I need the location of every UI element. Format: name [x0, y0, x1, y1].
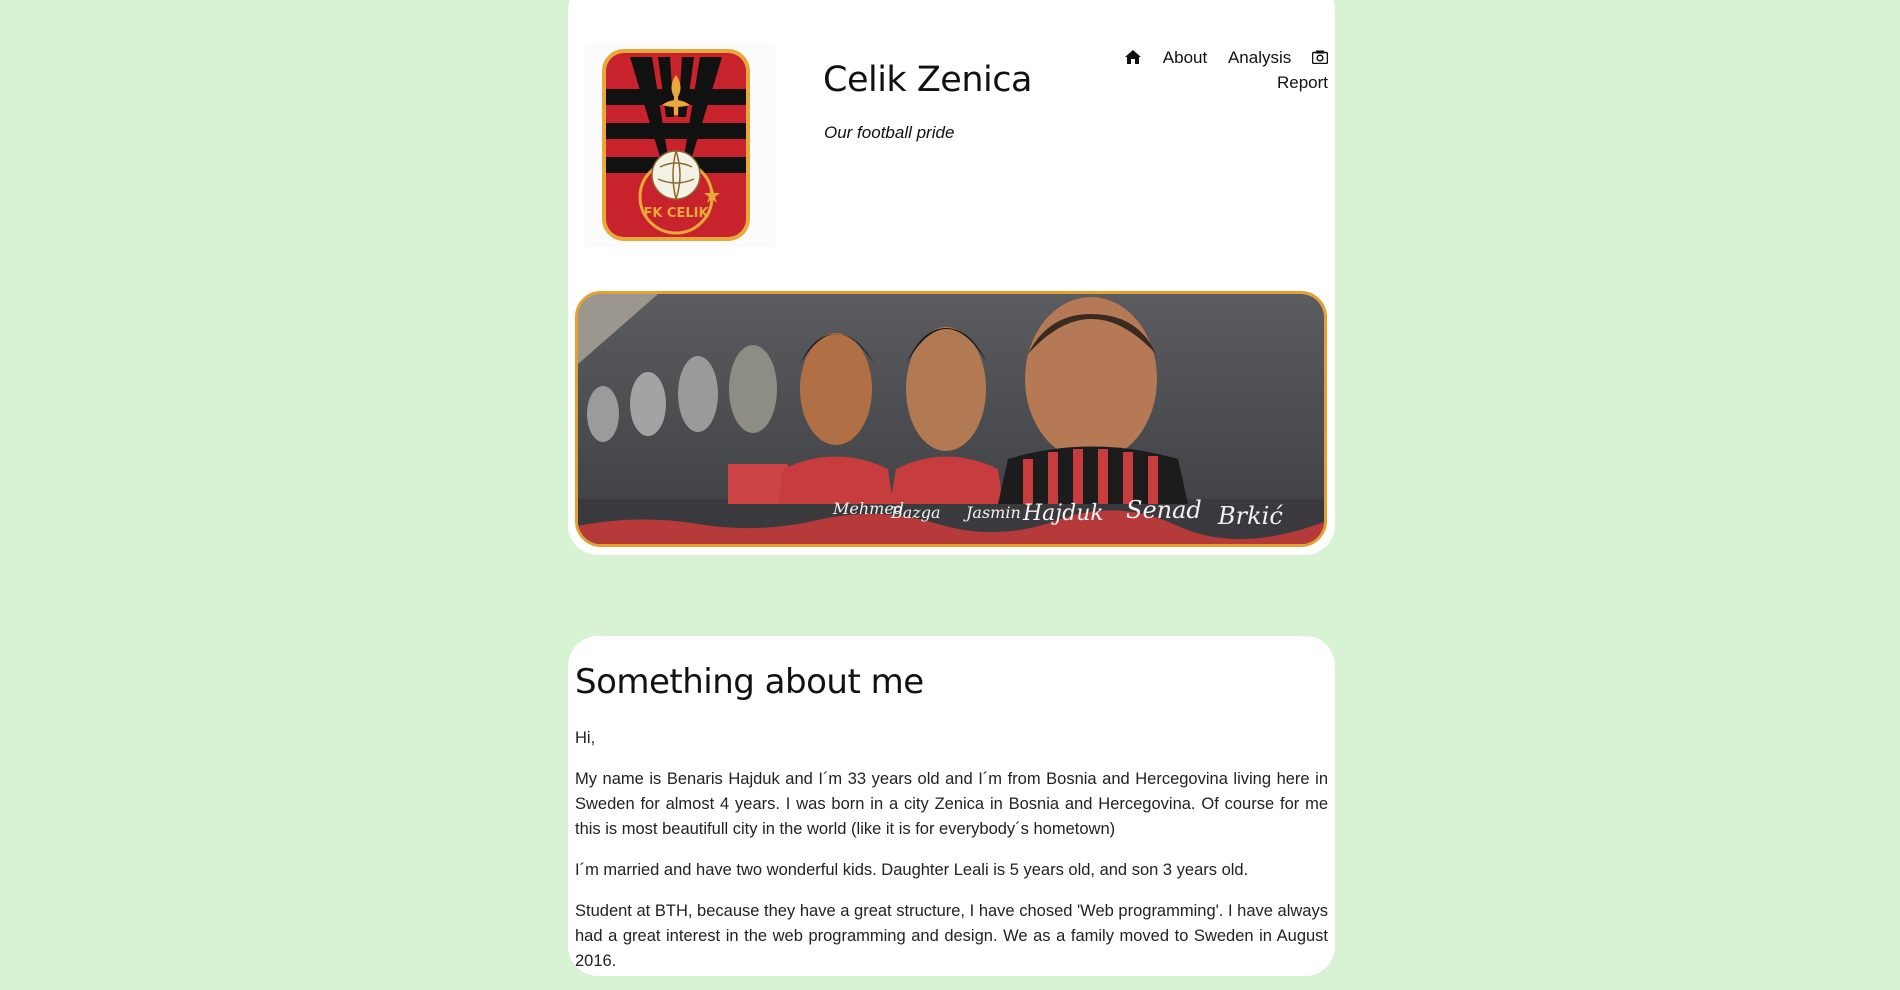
nav-row: About Analysis: [1120, 45, 1329, 70]
paragraph: Hi,: [575, 729, 596, 747]
home-icon: [1125, 50, 1142, 64]
mural-name: Jasmin: [963, 503, 1021, 522]
mural-illustration: Mehmed Bazga Jasmin Hajduk Senad Brkić: [578, 294, 1324, 544]
paragraph: My name is Benaris Hajduk and I´m 33 yea…: [575, 770, 1328, 838]
paragraph: I´m married and have two wonderful kids.…: [575, 861, 1249, 879]
club-crest-logo[interactable]: FK CELIK: [600, 47, 752, 243]
nav-report-icon-link[interactable]: [1311, 45, 1329, 70]
nav-about-link[interactable]: About: [1163, 45, 1207, 70]
site-slogan: Our football pride: [824, 123, 955, 142]
site-title[interactable]: Celik Zenica: [823, 60, 1032, 100]
mural-name: Bazga: [890, 503, 941, 522]
crest-text: FK CELIK: [643, 206, 709, 221]
content-body: Hi, My name is Benaris Hajduk and I´m 33…: [575, 726, 1328, 990]
section-heading: Something about me: [575, 662, 924, 702]
mural-name: Brkić: [1217, 502, 1283, 530]
mural-name: Senad: [1126, 496, 1202, 524]
nav-report-link[interactable]: Report: [1277, 73, 1328, 92]
nav-home-link[interactable]: [1124, 45, 1142, 70]
mural-banner-image: Mehmed Bazga Jasmin Hajduk Senad Brkić: [575, 291, 1327, 547]
mural-name: Hajduk: [1022, 501, 1104, 526]
nav-analysis-link[interactable]: Analysis: [1228, 45, 1291, 70]
main-navigation: About Analysis Report: [1120, 45, 1329, 95]
camera-icon: [1311, 50, 1329, 65]
paragraph: Student at BTH, because they have a grea…: [575, 902, 1328, 970]
